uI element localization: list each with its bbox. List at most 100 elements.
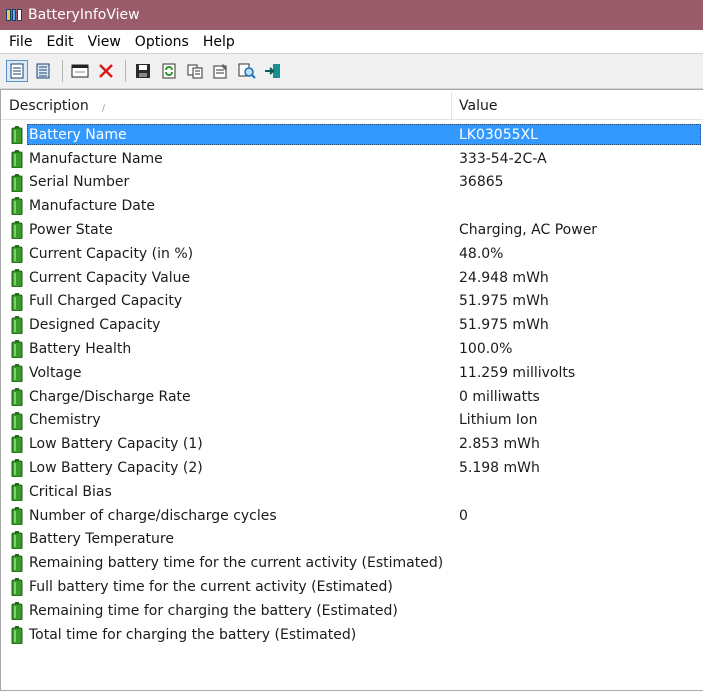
table-row[interactable]: Full Charged Capacity 51.975 mWh (1, 290, 703, 314)
table-row[interactable]: Remaining time for charging the battery … (1, 599, 703, 623)
table-row[interactable]: Battery Name LK03055XL (1, 123, 703, 147)
battery-icon (11, 244, 23, 264)
row-description: Manufacture Date (29, 198, 155, 215)
menu-edit[interactable]: Edit (39, 34, 80, 50)
window-icon[interactable] (69, 60, 91, 82)
row-description: Full Charged Capacity (29, 293, 183, 310)
row-value: 48.0% (459, 245, 504, 262)
battery-icon (11, 149, 23, 169)
battery-icon (11, 482, 23, 502)
battery-info-list[interactable]: Description ∕ Value Battery Name LK03055X… (0, 89, 703, 691)
row-value: Lithium Ion (459, 412, 538, 429)
table-row[interactable]: Remaining battery time for the current a… (1, 551, 703, 575)
battery-icon (11, 197, 23, 216)
row-description: Full battery time for the current activi… (29, 579, 393, 596)
table-row[interactable]: Power State Charging, AC Power (1, 218, 703, 242)
title-bar: BatteryInfoView (0, 0, 703, 30)
table-row[interactable]: Number of charge/discharge cycles 0 (1, 504, 703, 528)
properties-icon[interactable] (210, 60, 232, 82)
exit-icon[interactable] (262, 60, 284, 82)
battery-icon (11, 554, 23, 573)
row-description: Critical Bias (29, 483, 112, 500)
battery-icon (11, 578, 23, 597)
row-description: Low Battery Capacity (1) (29, 436, 203, 453)
copy-icon[interactable] (184, 60, 206, 82)
row-value: 0 (459, 507, 468, 524)
list-rows: Battery Name LK03055XL Manufacture Name 333… (1, 123, 703, 647)
row-description: Battery Name (29, 126, 127, 143)
row-value: 2.853 mWh (459, 436, 540, 453)
battery-icon (11, 625, 23, 645)
row-value: Charging, AC Power (459, 222, 598, 239)
row-description: Number of charge/discharge cycles (29, 507, 277, 524)
menu-bar: File Edit View Options Help (0, 30, 703, 53)
find-icon[interactable] (236, 60, 258, 82)
menu-file[interactable]: File (2, 34, 39, 50)
row-description: Low Battery Capacity (2) (29, 460, 203, 477)
app-icon (6, 9, 23, 21)
row-description: Designed Capacity (29, 317, 161, 334)
row-description: Battery Health (29, 341, 132, 358)
table-row[interactable]: Current Capacity (in %) 48.0% (1, 242, 703, 266)
table-row[interactable]: Serial Number 36865 (1, 171, 703, 195)
battery-icon (11, 530, 23, 550)
table-row[interactable]: Low Battery Capacity (1) 2.853 mWh (1, 432, 703, 456)
row-value: 51.975 mWh (459, 317, 549, 334)
row-description: Current Capacity (in %) (29, 245, 194, 262)
row-description: Serial Number (29, 174, 130, 191)
menu-help[interactable]: Help (196, 34, 242, 50)
column-header-description[interactable]: Description ∕ (1, 92, 452, 120)
row-description: Total time for charging the battery (Est… (29, 626, 357, 643)
list-header: Description ∕ Value (1, 92, 703, 120)
table-row[interactable]: Voltage 11.259 millivolts (1, 361, 703, 385)
row-description: Voltage (29, 364, 82, 381)
column-header-value[interactable]: Value (452, 92, 703, 119)
delete-icon[interactable] (95, 60, 117, 82)
html-report-icon[interactable] (6, 60, 28, 82)
save-icon[interactable] (132, 60, 154, 82)
row-value: 36865 (459, 174, 504, 191)
menu-view[interactable]: View (81, 34, 128, 50)
table-row[interactable]: Low Battery Capacity (2) 5.198 mWh (1, 456, 703, 480)
row-value: 333-54-2C-A (459, 150, 547, 167)
battery-icon (11, 411, 23, 431)
battery-icon (11, 363, 23, 383)
menu-options[interactable]: Options (128, 34, 196, 50)
battery-icon (11, 506, 23, 526)
toolbar (0, 53, 703, 89)
table-row[interactable]: Battery Temperature (1, 528, 703, 552)
battery-icon (11, 292, 23, 312)
table-row[interactable]: Chemistry Lithium Ion (1, 409, 703, 433)
toolbar-separator (62, 60, 63, 82)
row-value: 11.259 millivolts (459, 364, 576, 381)
row-description: Charge/Discharge Rate (29, 388, 191, 405)
row-description: Battery Temperature (29, 531, 174, 548)
sort-arrow-icon: ∕ (102, 104, 106, 114)
table-row[interactable]: Full battery time for the current activi… (1, 575, 703, 599)
row-value: 0 milliwatts (459, 388, 540, 405)
row-description: Power State (29, 222, 113, 239)
battery-icon (11, 387, 23, 407)
table-row[interactable]: Critical Bias (1, 480, 703, 504)
battery-icon (11, 316, 23, 335)
battery-icon (11, 459, 23, 478)
battery-icon (11, 126, 23, 145)
row-description: Remaining battery time for the current a… (29, 555, 444, 572)
row-value: 24.948 mWh (459, 269, 549, 286)
table-row[interactable]: Charge/Discharge Rate 0 milliwatts (1, 385, 703, 409)
battery-icon (11, 435, 23, 454)
row-value: 5.198 mWh (459, 460, 540, 477)
row-value: 100.0% (459, 341, 513, 358)
table-row[interactable]: Battery Health 100.0% (1, 337, 703, 361)
table-row[interactable]: Total time for charging the battery (Est… (1, 623, 703, 647)
table-row[interactable]: Manufacture Date (1, 194, 703, 218)
battery-icon (11, 268, 23, 288)
refresh-icon[interactable] (158, 60, 180, 82)
table-row[interactable]: Manufacture Name 333-54-2C-A (1, 147, 703, 171)
table-row[interactable]: Current Capacity Value 24.948 mWh (1, 266, 703, 290)
row-description: Current Capacity Value (29, 269, 191, 286)
properties-list-icon[interactable] (32, 60, 54, 82)
window-title: BatteryInfoView (28, 7, 140, 23)
table-row[interactable]: Designed Capacity 51.975 mWh (1, 313, 703, 337)
column-description-label: Description (9, 98, 89, 114)
